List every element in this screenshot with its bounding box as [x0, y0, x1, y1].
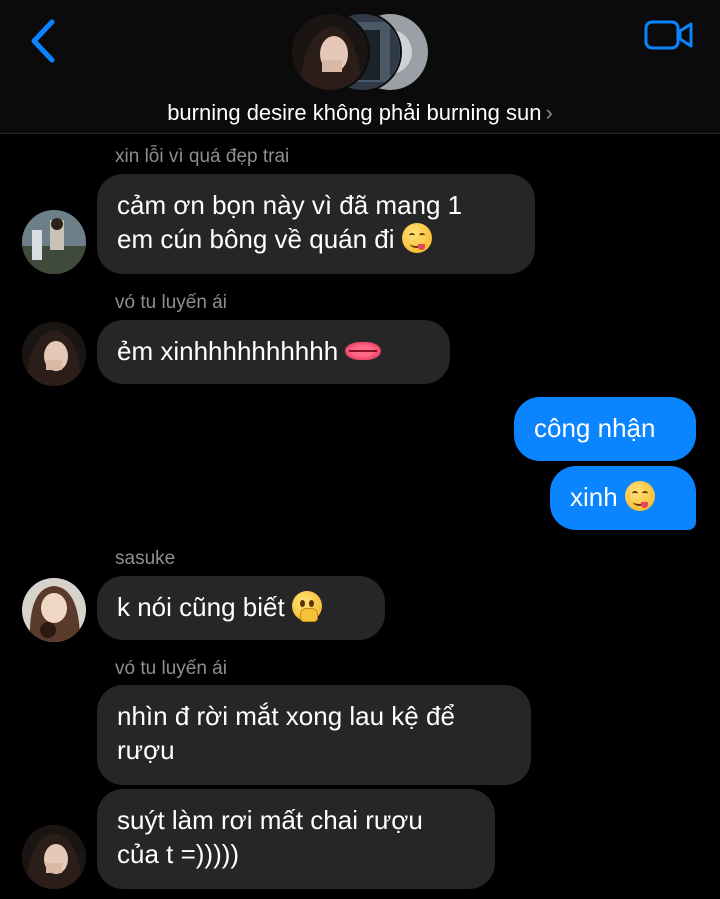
message-bubble[interactable]: cảm ơn bọn này vì đã mang 1 em cún bông …	[97, 174, 535, 274]
message-bubble[interactable]: nhìn đ rời mắt xong lau kệ để rượu	[97, 685, 531, 785]
message-line: cảm ơn bọn này vì đã mang 1	[117, 190, 463, 220]
message-text: ẻm xinhhhhhhhhhh	[117, 336, 339, 366]
group-name-button[interactable]: burning desire không phải burning sun ›	[0, 100, 720, 126]
group-avatar-stack[interactable]	[290, 12, 430, 92]
chevron-right-icon: ›	[545, 100, 553, 125]
message-bubble[interactable]: k nói cũng biết	[97, 576, 385, 640]
message-bubble-outgoing[interactable]: công nhận	[514, 397, 696, 461]
group-avatar-1	[290, 12, 370, 92]
message-bubble[interactable]: suýt làm rơi mất chai rượu của t =)))))	[97, 789, 495, 889]
video-camera-icon	[644, 20, 693, 50]
sender-name: vó tu luyến ái	[115, 292, 227, 313]
back-button[interactable]	[26, 18, 66, 64]
message-line: rượu	[117, 735, 175, 765]
sender-name: vó tu luyến ái	[115, 658, 227, 679]
message-thread[interactable]: xin lỗi vì quá đẹp trai cảm ơn bọn này v…	[0, 134, 720, 899]
message-line: nhìn đ rời mắt xong lau kệ để	[117, 701, 455, 731]
message-line: của t =)))))	[117, 839, 240, 869]
message-text: k nói cũng biết	[117, 592, 285, 622]
chevron-left-icon	[31, 19, 55, 63]
avatar[interactable]	[22, 825, 86, 889]
message-text: công nhận	[534, 413, 656, 443]
chat-header: burning desire không phải burning sun ›	[0, 0, 720, 134]
message-line: em cún bông về quán đi	[117, 224, 395, 254]
avatar[interactable]	[22, 210, 86, 274]
group-name-label: burning desire không phải burning sun	[167, 100, 542, 125]
lips-emoji-icon	[345, 342, 382, 360]
message-bubble-outgoing[interactable]: xinh	[550, 466, 696, 530]
yum-face-emoji-icon	[624, 481, 655, 511]
message-line: suýt làm rơi mất chai rượu	[117, 805, 423, 835]
message-bubble[interactable]: ẻm xinhhhhhhhhhh	[97, 320, 450, 384]
avatar[interactable]	[22, 322, 86, 386]
sender-name: xin lỗi vì quá đẹp trai	[115, 146, 290, 167]
sender-name: sasuke	[115, 548, 176, 569]
yum-face-emoji-icon	[401, 223, 432, 253]
video-call-button[interactable]	[644, 18, 694, 52]
message-text: xinh	[570, 482, 618, 512]
avatar[interactable]	[22, 578, 86, 642]
hand-over-mouth-emoji-icon	[291, 591, 322, 622]
